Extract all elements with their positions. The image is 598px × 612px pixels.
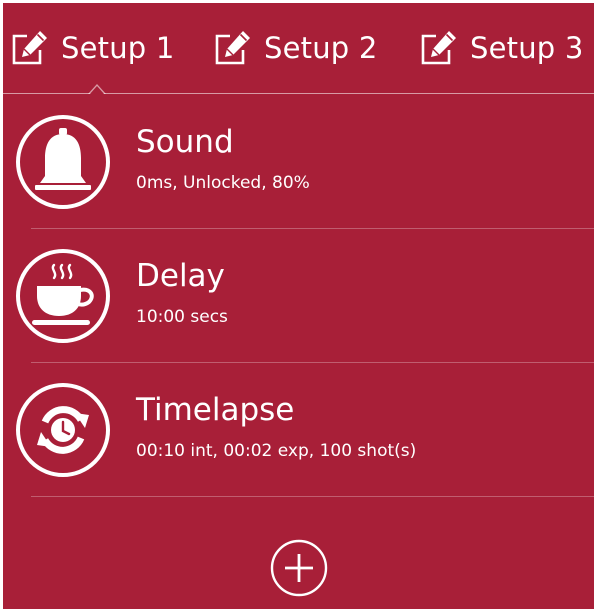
item-title: Timelapse <box>136 392 295 428</box>
tab-setup-1[interactable]: Setup 1 <box>9 20 174 76</box>
list-divider <box>31 496 594 497</box>
setup-tab-bar: Setup 1 Setup 2 Setup 3 <box>3 3 594 95</box>
list-item-delay[interactable]: Delay 10:00 secs <box>3 230 594 364</box>
list-divider <box>31 228 594 229</box>
item-title: Delay <box>136 258 225 294</box>
selected-tab-indicator <box>88 84 106 95</box>
bell-icon <box>16 115 110 209</box>
edit-icon <box>215 31 250 65</box>
list-item-sound[interactable]: Sound 0ms, Unlocked, 80% <box>3 96 594 230</box>
list-divider <box>31 362 594 363</box>
item-subtitle: 10:00 secs <box>136 307 228 327</box>
list-item-timelapse[interactable]: Timelapse 00:10 int, 00:02 exp, 100 shot… <box>3 364 594 498</box>
tab-setup-2[interactable]: Setup 2 <box>212 20 377 76</box>
tab-setup-3[interactable]: Setup 3 <box>418 20 583 76</box>
add-item-button[interactable] <box>270 539 328 597</box>
app-screen: Setup 1 Setup 2 Setup 3 Sound 0ms, Unloc… <box>3 3 594 609</box>
item-title: Sound <box>136 124 234 160</box>
tab-label: Setup 2 <box>264 31 378 65</box>
edit-icon <box>12 31 47 65</box>
plus-icon <box>270 539 328 597</box>
item-subtitle: 00:10 int, 00:02 exp, 100 shot(s) <box>136 441 417 461</box>
item-subtitle: 0ms, Unlocked, 80% <box>136 173 310 193</box>
tab-label: Setup 1 <box>61 31 175 65</box>
tab-label: Setup 3 <box>470 31 584 65</box>
edit-icon <box>421 31 456 65</box>
timelapse-icon <box>16 383 110 477</box>
coffee-cup-icon <box>16 249 110 343</box>
